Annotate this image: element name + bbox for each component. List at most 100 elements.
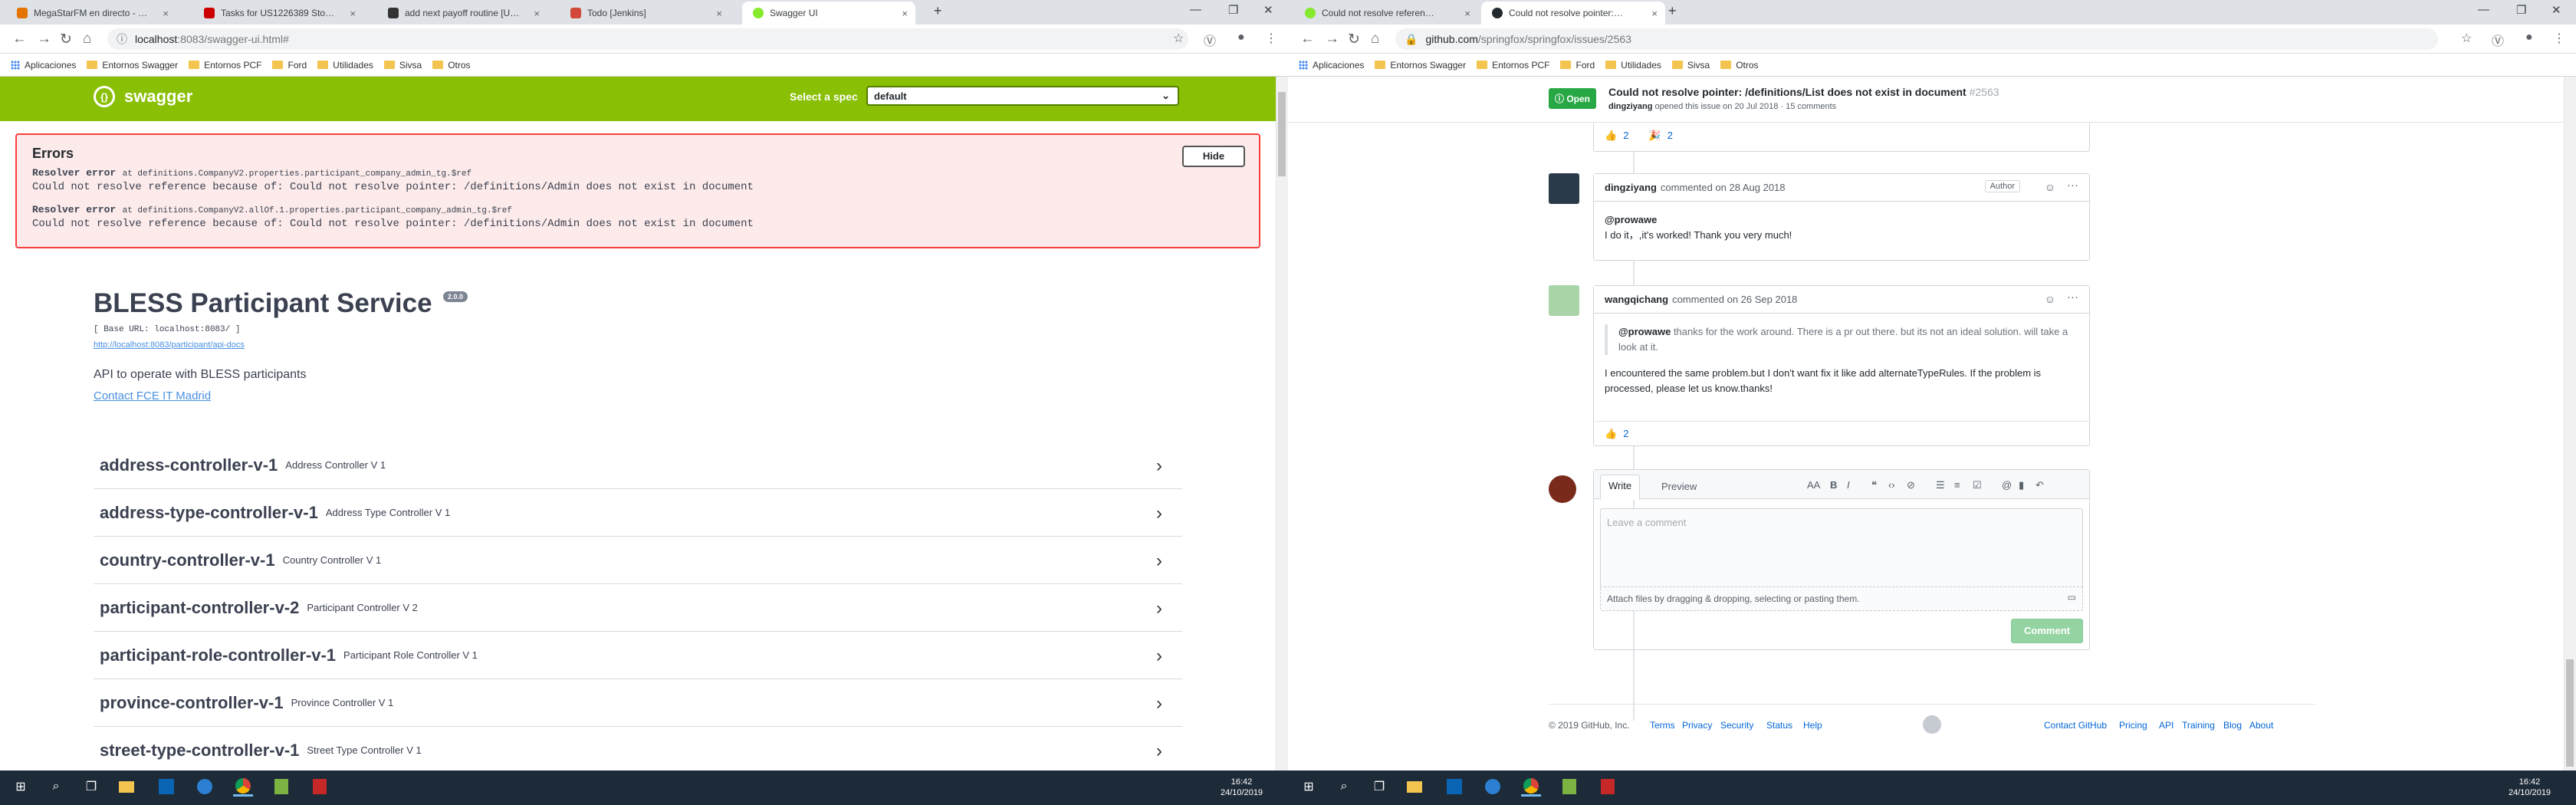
menu-icon[interactable]: ⋮: [2553, 31, 2565, 46]
bookmark-folder[interactable]: Utilidades: [317, 60, 373, 71]
footer-link[interactable]: API: [2159, 720, 2174, 731]
swagger-logo[interactable]: {} swagger: [94, 86, 192, 107]
tab-swagger-issue[interactable]: Could not resolve reference bec ×: [1294, 2, 1478, 25]
more-options-icon[interactable]: ···: [2067, 291, 2078, 304]
edge-icon[interactable]: [1483, 777, 1503, 797]
menu-icon[interactable]: ⋮: [1265, 31, 1277, 46]
bookmark-folder[interactable]: Otros: [432, 60, 471, 71]
attach-files-area[interactable]: Attach files by dragging & dropping, sel…: [1600, 586, 2083, 611]
tab-github-issue[interactable]: Could not resolve pointer: /defi ×: [1481, 2, 1665, 25]
task-view-icon[interactable]: ❐: [81, 777, 101, 797]
footer-link[interactable]: Status: [1766, 720, 1792, 731]
bookmark-icon[interactable]: ▮: [2019, 479, 2024, 491]
bookmark-folder[interactable]: Ford: [1560, 60, 1595, 71]
clock[interactable]: 16:42 24/10/2019: [1221, 777, 1263, 798]
footer-link[interactable]: About: [2249, 720, 2273, 731]
tab-preview[interactable]: Preview: [1654, 476, 1704, 497]
mention-icon[interactable]: @: [2002, 479, 2012, 491]
notepad-icon[interactable]: [1559, 777, 1579, 797]
heading-icon[interactable]: AA: [1807, 479, 1820, 491]
add-reaction-icon[interactable]: ☺: [2045, 181, 2055, 193]
bullet-list-icon[interactable]: ☰: [1936, 479, 1945, 491]
comment-timestamp[interactable]: commented on 28 Aug 2018: [1661, 182, 1786, 193]
quote-icon[interactable]: ❝: [1871, 479, 1877, 491]
reaction-thumbsup[interactable]: 👍 2: [1605, 428, 1628, 440]
search-icon[interactable]: ⌕: [46, 777, 66, 797]
notepad-icon[interactable]: [271, 777, 291, 797]
comment-timestamp[interactable]: commented on 26 Sep 2018: [1672, 294, 1797, 305]
clock[interactable]: 16:42 24/10/2019: [2509, 777, 2551, 798]
reaction-thumbsup[interactable]: 👍 2: [1605, 130, 1628, 142]
extension-icon[interactable]: Ⓥ: [1204, 31, 1216, 49]
address-bar[interactable]: 🔒 github.com/springfox/springfox/issues/…: [1395, 28, 2438, 50]
footer-link[interactable]: Training: [2182, 720, 2215, 731]
hide-button[interactable]: Hide: [1182, 146, 1245, 167]
close-window-button[interactable]: ✕: [2551, 3, 2561, 17]
app-icon[interactable]: [310, 777, 330, 797]
controller-section[interactable]: participant-role-controller-v-1 Participa…: [94, 632, 1182, 679]
footer-link[interactable]: Terms: [1650, 720, 1675, 731]
back-icon[interactable]: ←: [1300, 31, 1315, 48]
bold-icon[interactable]: B: [1830, 479, 1837, 491]
file-explorer-icon[interactable]: [117, 777, 136, 797]
avatar[interactable]: [1549, 173, 1579, 204]
close-tab-icon[interactable]: ×: [350, 8, 356, 19]
forward-icon[interactable]: →: [37, 31, 51, 48]
bookmark-folder[interactable]: Otros: [1720, 60, 1759, 71]
footer-link[interactable]: Contact GitHub: [2044, 720, 2107, 731]
controller-section[interactable]: address-controller-v-1 Address Controller…: [94, 442, 1182, 489]
tab-write[interactable]: Write: [1600, 475, 1641, 500]
reload-icon[interactable]: ↻: [1348, 31, 1360, 48]
footer-link[interactable]: Help: [1803, 720, 1822, 731]
tab-tasks[interactable]: Tasks for US1226389 Stop/Start ×: [193, 2, 363, 25]
controller-section[interactable]: street-type-controller-v-1 Street Type Co…: [94, 727, 1182, 770]
home-icon[interactable]: ⌂: [83, 31, 91, 48]
comment-textarea[interactable]: Leave a comment: [1600, 508, 2083, 586]
api-docs-link[interactable]: http://localhost:8083/participant/api-do…: [94, 340, 245, 350]
bookmark-folder[interactable]: Entornos Swagger: [87, 60, 178, 71]
footer-link[interactable]: Privacy: [1682, 720, 1712, 731]
spec-select[interactable]: default ⌄: [866, 86, 1179, 106]
avatar[interactable]: [1549, 285, 1579, 316]
bookmark-folder[interactable]: Sivsa: [383, 60, 422, 71]
mention[interactable]: @prowawe: [1605, 212, 2078, 228]
home-icon[interactable]: ⌂: [1371, 31, 1379, 48]
controller-section[interactable]: country-controller-v-1 Country Controller…: [94, 537, 1182, 584]
tab-jenkins[interactable]: Todo [Jenkins] ×: [560, 2, 730, 25]
new-tab-button[interactable]: +: [934, 3, 942, 19]
maximize-button[interactable]: ❐: [1228, 3, 1238, 17]
comment-author[interactable]: wangqichang: [1605, 294, 1668, 305]
new-tab-button[interactable]: +: [1668, 3, 1677, 19]
comment-author[interactable]: dingziyang: [1605, 182, 1657, 193]
chrome-icon[interactable]: [233, 777, 253, 797]
scrollbar-thumb[interactable]: [1278, 92, 1286, 176]
contact-link[interactable]: Contact FCE IT Madrid: [94, 389, 211, 402]
reload-icon[interactable]: ↻: [60, 31, 72, 48]
minimize-button[interactable]: —: [1190, 3, 1201, 16]
github-logo-icon[interactable]: [1923, 715, 1941, 734]
controller-section[interactable]: address-type-controller-v-1 Address Type …: [94, 489, 1182, 537]
address-bar[interactable]: ⓘ localhost:8083/swagger-ui.html#: [107, 28, 1188, 50]
close-tab-icon[interactable]: ×: [716, 8, 722, 19]
code-icon[interactable]: ‹›: [1888, 479, 1895, 491]
bookmark-folder[interactable]: Entornos Swagger: [1375, 60, 1466, 71]
numbered-list-icon[interactable]: ≡: [1954, 479, 1960, 491]
task-list-icon[interactable]: ☑: [1973, 479, 1982, 491]
star-icon[interactable]: ☆: [2461, 31, 2472, 46]
tab-megastar[interactable]: MegaStarFM en directo - En ×: [6, 2, 176, 25]
reaction-hooray[interactable]: 🎉 2: [1648, 130, 1672, 142]
bookmark-folder[interactable]: Utilidades: [1605, 60, 1661, 71]
more-options-icon[interactable]: ···: [2067, 179, 2078, 192]
scrollbar[interactable]: [1276, 77, 1288, 770]
search-icon[interactable]: ⌕: [1334, 777, 1354, 797]
close-window-button[interactable]: ✕: [1263, 3, 1273, 17]
file-explorer-icon[interactable]: [1405, 777, 1424, 797]
footer-link[interactable]: Pricing: [2119, 720, 2147, 731]
minimize-button[interactable]: —: [2478, 3, 2489, 16]
edge-icon[interactable]: [195, 777, 215, 797]
add-reaction-icon[interactable]: ☺: [2045, 293, 2055, 305]
bookmark-apps[interactable]: Aplicaciones: [11, 60, 76, 71]
footer-link[interactable]: Blog: [2223, 720, 2242, 731]
controller-section[interactable]: province-controller-v-1 Province Controll…: [94, 679, 1182, 727]
chrome-icon[interactable]: [1521, 777, 1541, 797]
